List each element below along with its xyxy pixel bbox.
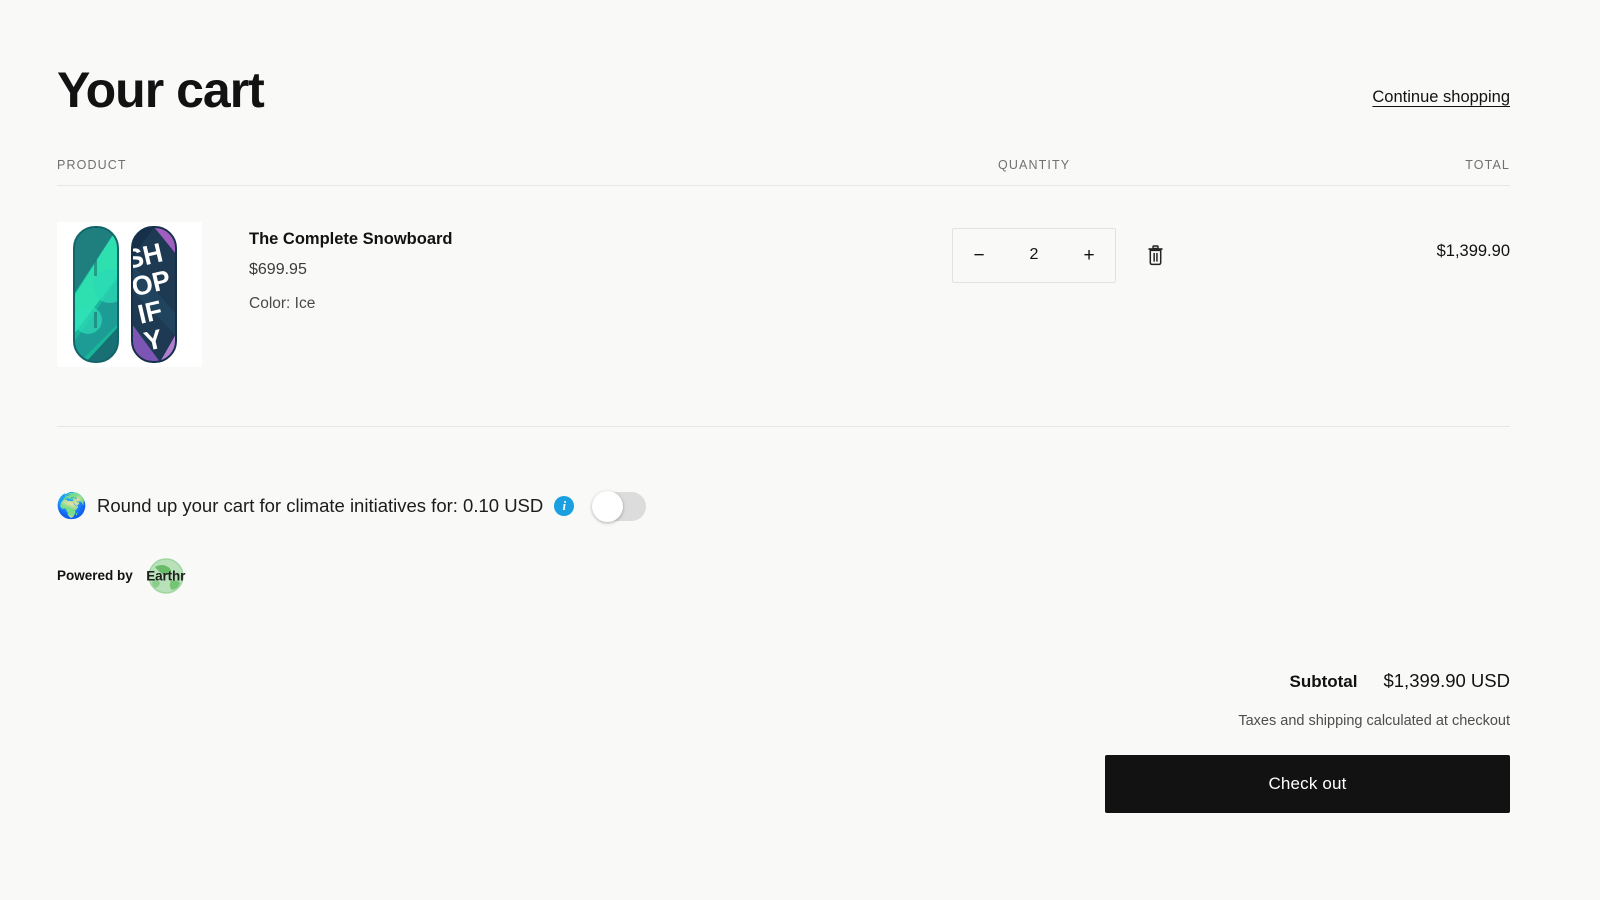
trash-icon: [1148, 244, 1162, 265]
checkout-button[interactable]: Check out: [1105, 754, 1510, 813]
climate-roundup-message: Round up your cart for climate initiativ…: [97, 495, 544, 516]
cart-summary: Subtotal $1,399.90 USD Taxes and shippin…: [57, 670, 1510, 813]
product-title-link[interactable]: The Complete Snowboard: [249, 229, 952, 250]
page-title: Your cart: [57, 62, 265, 118]
remove-item-button[interactable]: [1137, 237, 1173, 273]
column-header-total: TOTAL: [1465, 157, 1510, 172]
product-variant-color: Color: Ice: [249, 294, 316, 312]
earthr-wordmark: Earthr: [146, 568, 186, 583]
cart-line-item: SH OP IF Y The Complete Snowboard $699.9…: [57, 186, 1510, 427]
powered-by-label: Powered by: [57, 568, 133, 583]
product-thumbnail[interactable]: SH OP IF Y: [57, 221, 202, 367]
toggle-knob: [592, 490, 624, 522]
quantity-increase-button[interactable]: +: [1063, 229, 1115, 282]
column-header-quantity: QUANTITY: [998, 157, 1071, 172]
tax-shipping-note: Taxes and shipping calculated at checkou…: [1238, 712, 1510, 729]
climate-roundup-row: 🌍 Round up your cart for climate initiat…: [55, 490, 1510, 522]
cart-page: Your cart Continue shopping PRODUCT QUAN…: [0, 0, 1600, 900]
info-icon[interactable]: i: [554, 496, 575, 516]
climate-roundup-toggle[interactable]: [592, 490, 647, 522]
cart-table-header: PRODUCT QUANTITY TOTAL: [57, 158, 1510, 186]
earthr-logo[interactable]: Earthr: [145, 555, 187, 597]
subtotal-value: $1,399.90 USD: [1383, 669, 1510, 691]
quantity-controls: − +: [952, 222, 1173, 283]
column-header-product: PRODUCT: [57, 157, 127, 172]
product-details: The Complete Snowboard $699.95 Color: Ic…: [202, 222, 952, 314]
cart-header: Your cart Continue shopping: [57, 0, 1510, 117]
line-item-total: $1,399.90: [1436, 241, 1510, 260]
continue-shopping-link[interactable]: Continue shopping: [1372, 88, 1510, 117]
subtotal-row: Subtotal $1,399.90 USD: [57, 670, 1510, 692]
climate-roundup-section: 🌍 Round up your cart for climate initiat…: [55, 490, 1510, 597]
subtotal-label: Subtotal: [1289, 671, 1358, 691]
earth-globe-icon: 🌍: [55, 491, 88, 520]
quantity-input[interactable]: [1005, 246, 1063, 264]
powered-by-earthr: Powered by Earthr: [57, 555, 1510, 597]
snowboard-pair-icon: SH OP IF Y: [72, 225, 177, 363]
quantity-decrease-button[interactable]: −: [953, 229, 1005, 282]
quantity-stepper: − +: [952, 227, 1116, 283]
product-unit-price: $699.95: [249, 260, 307, 278]
cart-container: Your cart Continue shopping PRODUCT QUAN…: [55, 0, 1510, 813]
